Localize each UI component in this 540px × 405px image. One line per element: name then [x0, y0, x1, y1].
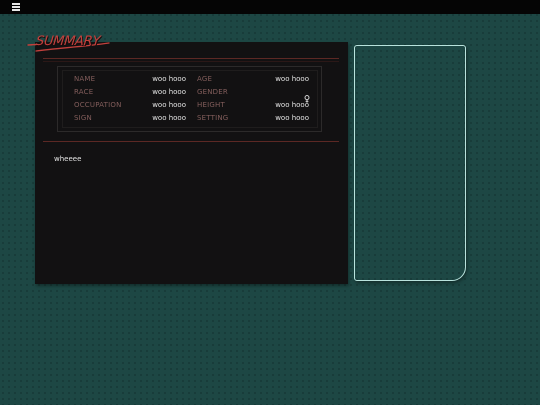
bottom-divider — [43, 141, 339, 142]
height-label: HEIGHT — [197, 101, 225, 109]
height-value: woo hooo — [275, 101, 309, 109]
top-divider — [43, 58, 339, 59]
name-label: NAME — [74, 75, 96, 83]
hamburger-menu-icon[interactable] — [12, 3, 20, 11]
age-value: woo hooo — [275, 75, 309, 83]
race-label: RACE — [74, 88, 94, 96]
setting-label: SETTING — [197, 114, 229, 122]
name-value: woo hooo — [152, 75, 186, 83]
summary-body-text: wheeee — [54, 155, 82, 163]
summary-title-tag: SUMMARY — [27, 33, 111, 55]
sign-label: SIGN — [74, 114, 92, 122]
top-bar — [0, 0, 540, 14]
portrait-image-frame — [354, 45, 466, 281]
race-value: woo hooo — [152, 88, 186, 96]
top-divider-2 — [43, 61, 339, 62]
occupation-value: woo hooo — [152, 101, 186, 109]
sign-value: woo hooo — [152, 114, 186, 122]
page-title: SUMMARY — [35, 34, 101, 49]
occupation-label: OCCUPATION — [74, 101, 122, 109]
gender-label: GENDER — [197, 88, 228, 96]
age-label: AGE — [197, 75, 213, 83]
female-symbol-icon — [304, 88, 310, 103]
setting-value: woo hooo — [275, 114, 309, 122]
